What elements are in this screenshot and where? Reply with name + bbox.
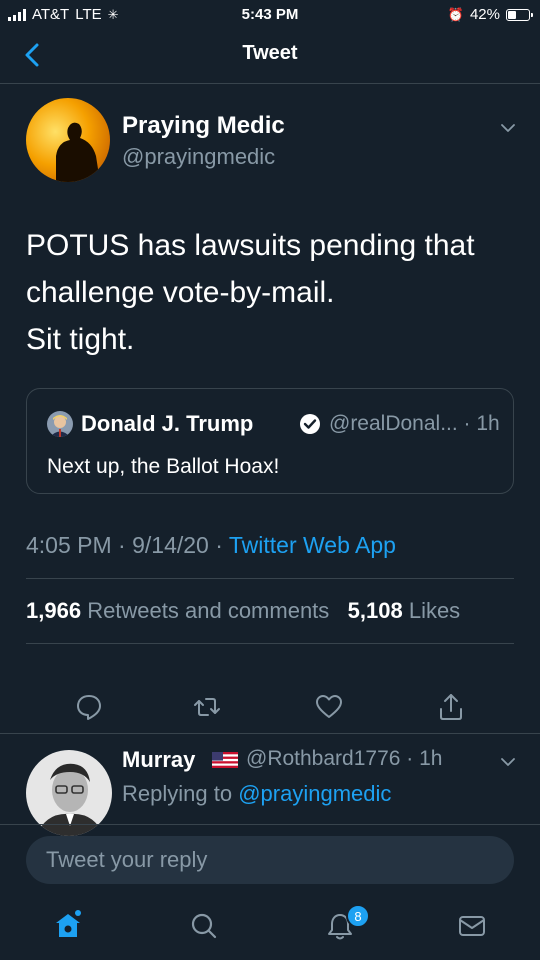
- page-title: Tweet: [242, 42, 298, 64]
- alarm-icon: ⏰: [447, 6, 464, 22]
- home-unread-dot: [75, 910, 81, 916]
- tweet-text-line: Sit tight.: [26, 323, 135, 356]
- compose-divider: [0, 824, 540, 825]
- quoted-text: Next up, the Ballot Hoax!: [47, 455, 280, 478]
- verified-icon: [300, 414, 320, 434]
- engagement-counts: 1,966 Retweets and comments 5,108 Likes: [26, 598, 460, 624]
- reply-input[interactable]: [44, 846, 514, 874]
- tweet-meta: 4:05 PM · 9/14/20 · Twitter Web App: [26, 532, 396, 558]
- like-icon[interactable]: [314, 692, 344, 722]
- reply-icon[interactable]: [74, 692, 104, 722]
- reply-author-name[interactable]: Murray: [122, 747, 195, 773]
- likes-label[interactable]: Likes: [409, 598, 460, 623]
- reply-compose[interactable]: [26, 836, 514, 884]
- tweet-text-line: POTUS has lawsuits pending that: [26, 229, 475, 262]
- share-icon[interactable]: [436, 692, 466, 722]
- counts-divider: [26, 643, 514, 644]
- tweet-source-link[interactable]: Twitter Web App: [229, 532, 396, 558]
- tweet-text: POTUS has lawsuits pending that challeng…: [26, 222, 516, 363]
- chevron-down-icon[interactable]: [498, 752, 518, 772]
- replying-to-handle[interactable]: @prayingmedic: [238, 781, 391, 806]
- tweet-time: 4:05 PM: [26, 532, 112, 558]
- quoted-handle-time: @realDonal... · 1h: [329, 412, 500, 435]
- search-icon[interactable]: [188, 910, 220, 942]
- meta-divider: [26, 578, 514, 579]
- retweet-icon[interactable]: [192, 692, 222, 722]
- status-bar: AT&T LTE ✳ 5:43 PM ⏰ 42%: [0, 0, 540, 30]
- tweet-date: 9/14/20: [132, 532, 209, 558]
- quoted-tweet[interactable]: Donald J. Trump @realDonal... · 1h Next …: [26, 388, 514, 494]
- retweets-count[interactable]: 1,966: [26, 598, 81, 623]
- actions-divider: [0, 733, 540, 734]
- header-divider: [0, 83, 540, 84]
- quoted-author-name: Donald J. Trump: [81, 411, 254, 436]
- retweets-label[interactable]: Retweets and comments: [87, 598, 329, 623]
- replying-to: Replying to @prayingmedic: [122, 781, 391, 807]
- battery-percent: 42%: [469, 6, 500, 23]
- quoted-avatar: [47, 411, 73, 437]
- avatar[interactable]: [26, 98, 110, 182]
- replying-to-label: Replying to: [122, 781, 233, 806]
- tweet-text-line: challenge vote-by-mail.: [26, 276, 335, 309]
- notifications-badge: 8: [346, 904, 370, 928]
- us-flag-icon: [212, 752, 238, 768]
- battery-icon: [506, 8, 533, 21]
- reply-handle-time[interactable]: @Rothbard1776 · 1h: [246, 747, 442, 771]
- author-handle[interactable]: @prayingmedic: [122, 144, 275, 170]
- likes-count[interactable]: 5,108: [348, 598, 403, 623]
- chevron-down-icon[interactable]: [498, 118, 518, 138]
- messages-icon[interactable]: [456, 910, 488, 942]
- author-name[interactable]: Praying Medic: [122, 112, 285, 140]
